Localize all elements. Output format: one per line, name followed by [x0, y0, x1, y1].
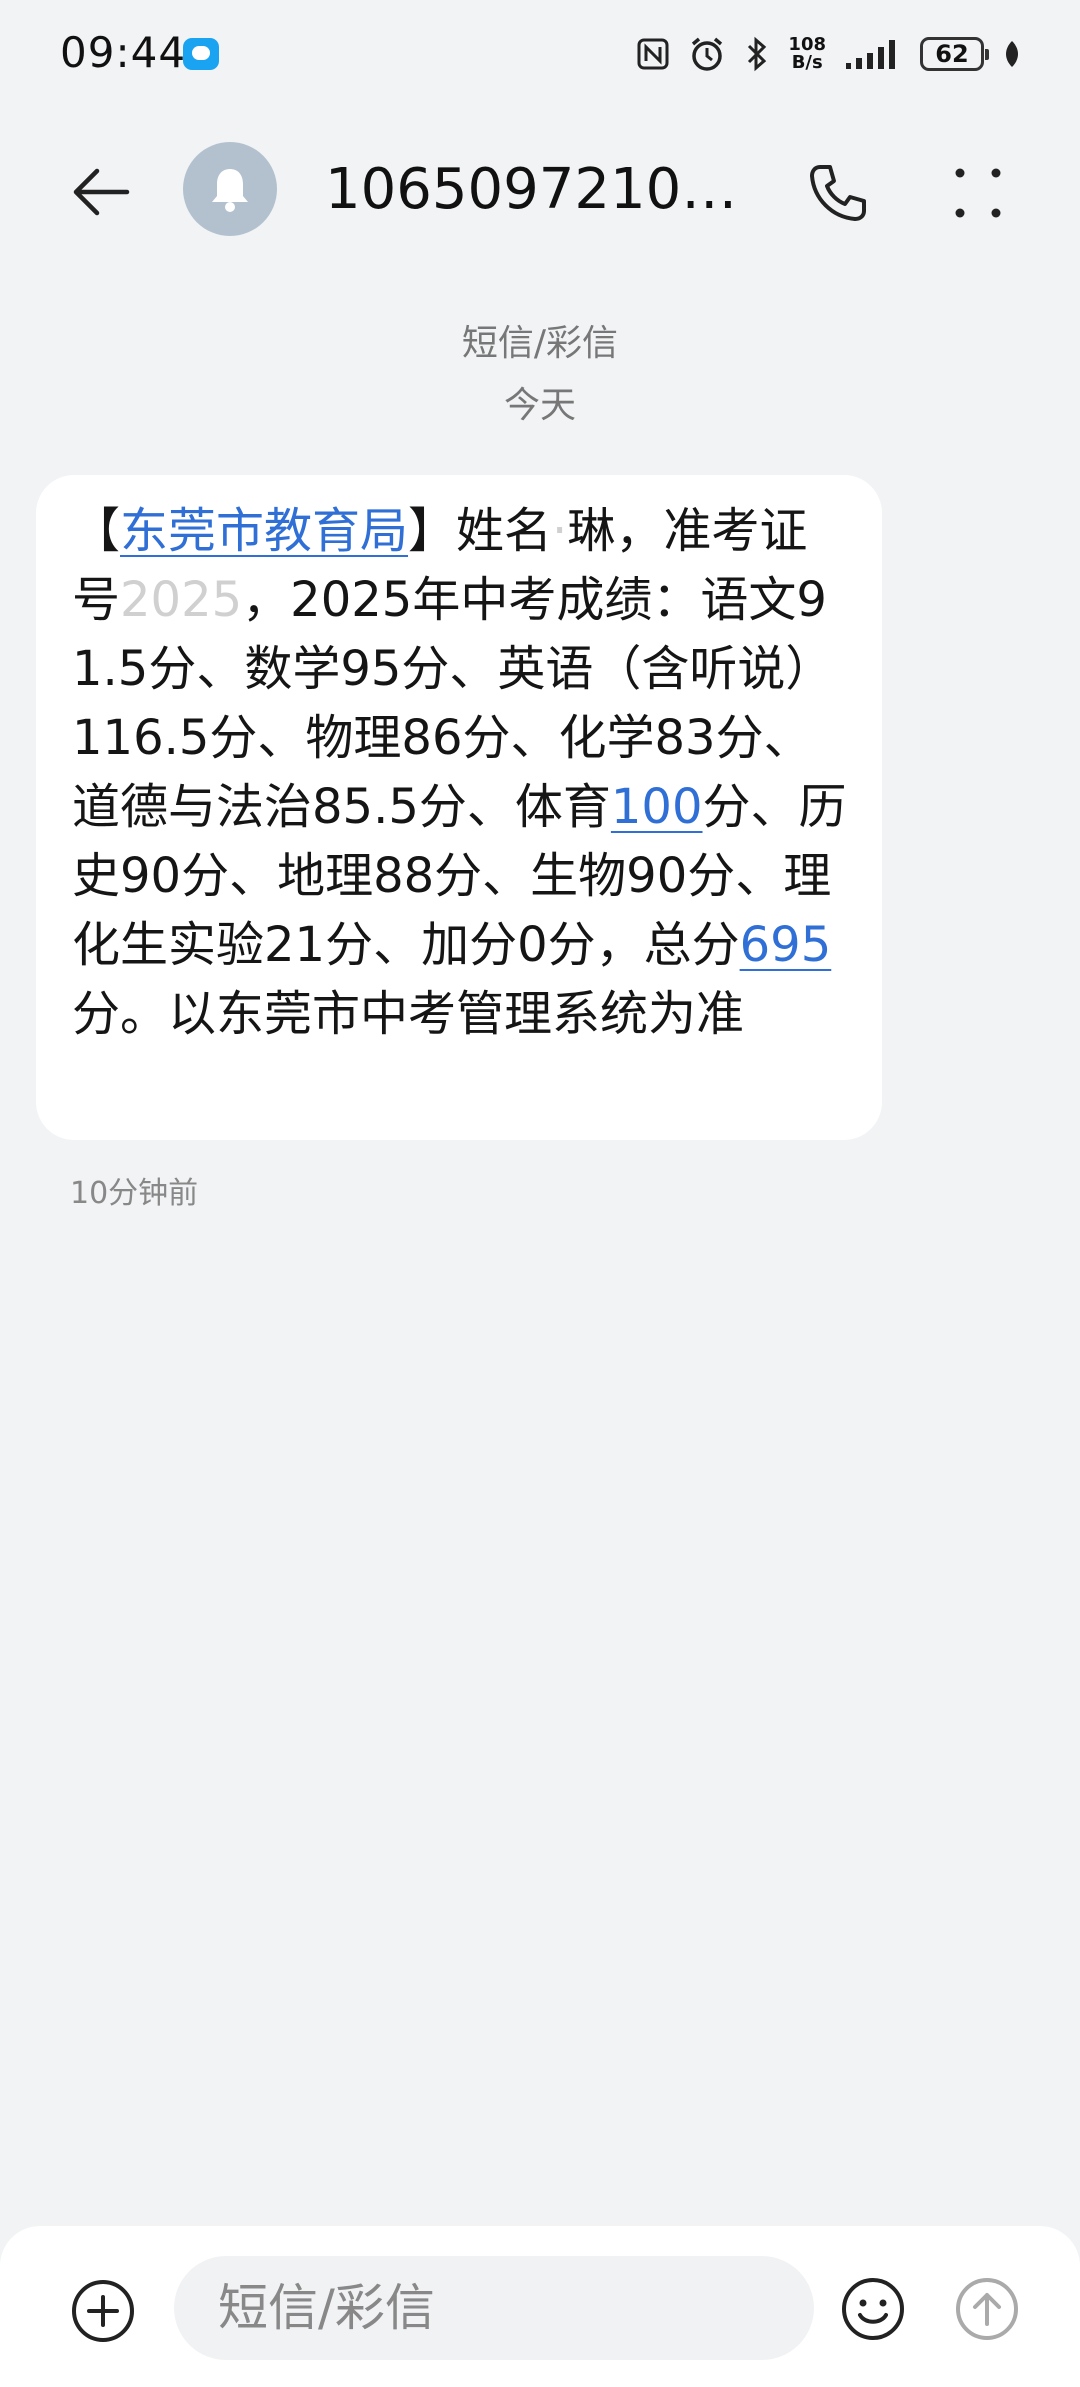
- message-text-5: 分。以东莞市中考管理系统为准: [72, 986, 745, 1042]
- call-button[interactable]: [800, 155, 876, 231]
- send-icon: [956, 2278, 1018, 2340]
- battery-icon: 62: [920, 37, 989, 71]
- send-button[interactable]: [952, 2274, 1022, 2344]
- bell-icon: [212, 169, 248, 212]
- date-separator: 今天: [503, 385, 576, 426]
- total-score-link[interactable]: 695: [740, 917, 832, 973]
- leaf-icon: [1002, 39, 1022, 69]
- signal-icon: [844, 37, 902, 71]
- conversation-type-label: 短信/彩信: [461, 323, 619, 364]
- redacted-exam-id: 2025: [120, 566, 243, 635]
- redacted-name: ·: [552, 497, 568, 566]
- compose-bar: [0, 2226, 1080, 2387]
- net-speed-unit: B/s: [791, 52, 823, 73]
- bluetooth-icon: [744, 36, 770, 72]
- message-notification-icon: [183, 38, 219, 70]
- message-bubble[interactable]: 【东莞市教育局】姓名·琳，准考证号2025，2025年中考成绩：语文91.5分、…: [36, 475, 882, 1140]
- phone-icon: [810, 165, 866, 221]
- nfc-icon: [636, 37, 670, 71]
- conversation-header: 10650972103...: [0, 130, 1080, 250]
- battery-level: 62: [935, 40, 969, 68]
- avatar[interactable]: [183, 142, 277, 236]
- status-icons: 108 B/s 62: [636, 30, 1022, 78]
- sport-score-link[interactable]: 100: [611, 779, 703, 835]
- alarm-icon: [688, 35, 726, 73]
- conversation-title: 10650972103...: [325, 157, 755, 222]
- emoji-button[interactable]: [838, 2274, 908, 2344]
- emoji-icon: [842, 2278, 904, 2340]
- back-arrow-icon: [73, 168, 130, 216]
- more-options-button[interactable]: [940, 155, 1016, 231]
- message-input[interactable]: [174, 2256, 814, 2360]
- add-icon: [72, 2280, 134, 2342]
- add-attachment-button[interactable]: [68, 2276, 138, 2346]
- message-timestamp: 10分钟前: [70, 1176, 199, 1211]
- status-bar: 09:44 108 B/s 62: [0, 0, 1080, 110]
- message-text-1: 】姓名: [408, 503, 553, 559]
- status-time: 09:44: [60, 28, 187, 77]
- more-vertical-icon: [955, 168, 1001, 218]
- back-button[interactable]: [66, 157, 136, 227]
- bracket-open: 【: [72, 503, 121, 559]
- org-link[interactable]: 东莞市教育局: [120, 503, 408, 559]
- net-speed: 108 B/s: [788, 36, 826, 72]
